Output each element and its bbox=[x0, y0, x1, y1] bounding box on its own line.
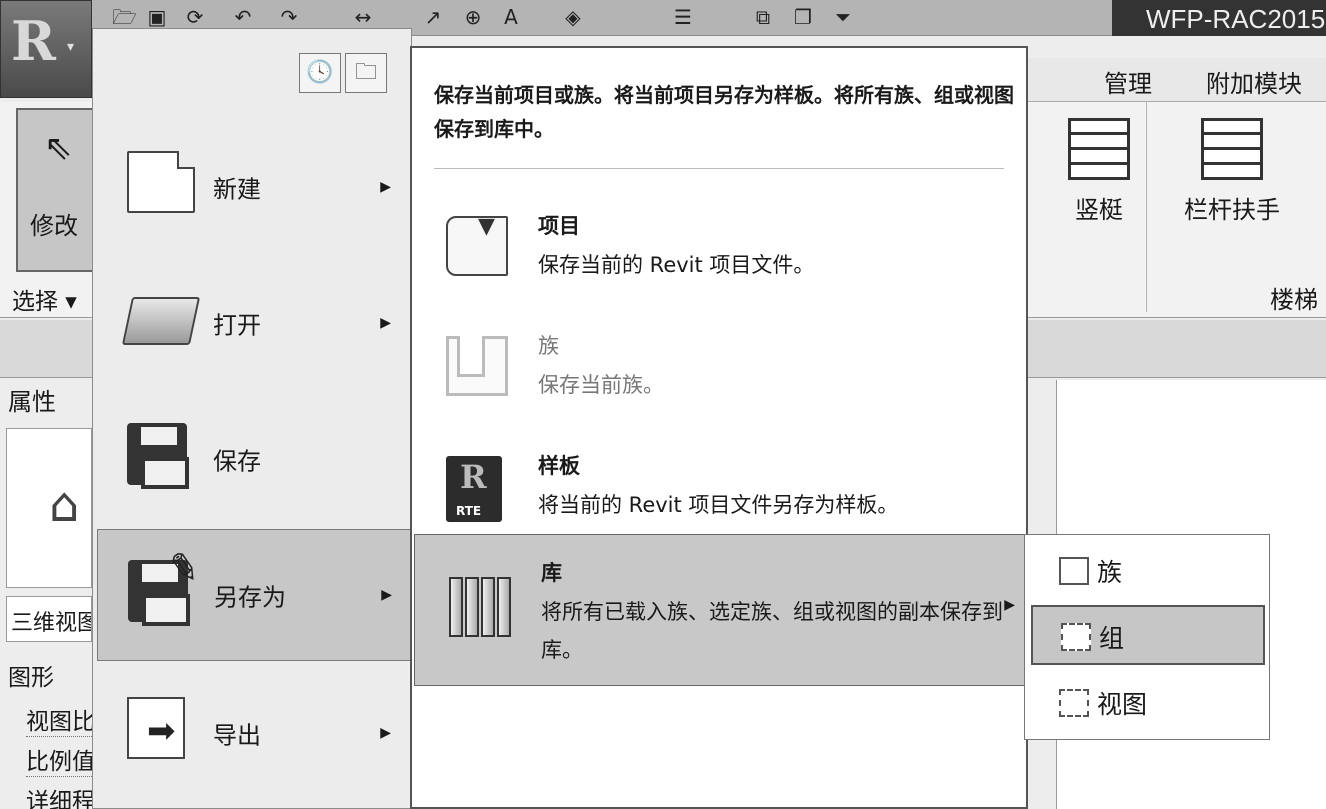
save-as-icon: ✎ bbox=[128, 544, 203, 626]
divider bbox=[434, 168, 1004, 169]
save-as-project[interactable]: 项目 保存当前的 Revit 项目文件。 bbox=[412, 188, 1026, 306]
cursor-arrow-icon: ⇖ bbox=[44, 128, 73, 168]
dimension-icon[interactable]: ↗ bbox=[422, 6, 444, 28]
library-group[interactable]: 组 bbox=[1031, 605, 1265, 665]
menu-item-save[interactable]: 保存 bbox=[97, 393, 409, 525]
undo-icon[interactable]: ↶ bbox=[232, 6, 254, 28]
flyout-item-label: 组 bbox=[1099, 624, 1125, 653]
revit-r-icon: R bbox=[460, 458, 487, 496]
type-preview: ⌂ bbox=[6, 428, 92, 588]
text-icon[interactable]: A bbox=[500, 6, 522, 28]
customize-qat-icon[interactable]: ⏷ bbox=[832, 6, 854, 28]
submenu-arrow-icon: ▶ bbox=[1004, 597, 1015, 613]
new-document-icon bbox=[127, 151, 195, 213]
railing-button[interactable]: 栏杆扶手 bbox=[1176, 118, 1288, 225]
export-icon: ➡ bbox=[127, 697, 185, 759]
sub-item-title: 族 bbox=[538, 334, 559, 358]
application-menu-button[interactable]: R ▾ bbox=[0, 0, 92, 98]
house-icon: ⌂ bbox=[49, 477, 80, 533]
application-menu: 🕓 🗀 新建 ▶ 打开 ▶ 保存 ✎ 另存为 ▶ ➡ 导出 ▶ bbox=[92, 28, 412, 809]
library-family[interactable]: 族 bbox=[1031, 541, 1265, 601]
stairs-panel-label: 楼梯 bbox=[1270, 286, 1318, 314]
railing-icon bbox=[1201, 118, 1263, 180]
tab-manage[interactable]: 管理 bbox=[1104, 64, 1152, 99]
rte-label: RTE bbox=[456, 504, 482, 518]
save-icon[interactable]: ▣ bbox=[146, 6, 168, 28]
flyout-item-label: 族 bbox=[1097, 558, 1123, 587]
mullion-icon bbox=[1068, 118, 1130, 180]
modify-button[interactable]: ⇖ 修改 bbox=[16, 108, 102, 272]
sub-item-description: 保存当前的 Revit 项目文件。 bbox=[538, 253, 815, 277]
measure-icon[interactable]: ↔ bbox=[352, 6, 374, 28]
menu-item-new[interactable]: 新建 ▶ bbox=[97, 121, 409, 253]
panel-divider bbox=[1146, 102, 1147, 312]
view-icon bbox=[1059, 689, 1089, 717]
submenu-arrow-icon: ▶ bbox=[380, 725, 391, 741]
mullion-button[interactable]: 竖梃 bbox=[1060, 118, 1138, 225]
select-dropdown[interactable]: 选择 ▾ bbox=[12, 282, 77, 316]
library-view[interactable]: 视图 bbox=[1031, 673, 1265, 733]
sync-icon[interactable]: ⟳ bbox=[184, 6, 206, 28]
save-as-library[interactable]: 库 将所有已载入族、选定族、组或视图的副本保存到库。 ▶ bbox=[414, 534, 1026, 686]
menu-item-label: 打开 bbox=[213, 311, 261, 340]
railing-label: 栏杆扶手 bbox=[1184, 196, 1280, 224]
property-row[interactable]: 比例值 bbox=[26, 742, 92, 777]
group-icon bbox=[1061, 623, 1091, 651]
sub-item-title: 样板 bbox=[538, 454, 580, 478]
menu-item-open[interactable]: 打开 ▶ bbox=[97, 257, 409, 389]
menu-item-label: 另存为 bbox=[214, 583, 286, 612]
sub-item-description: 将所有已载入族、选定族、组或视图的副本保存到库。 bbox=[541, 600, 1003, 662]
tag-icon[interactable]: ⊕ bbox=[462, 6, 484, 28]
family-icon bbox=[446, 336, 508, 396]
open-documents-icon[interactable]: 🗀 bbox=[345, 53, 387, 93]
properties-title: 属性 bbox=[8, 388, 56, 416]
save-as-submenu: 保存当前项目或族。将当前项目另存为样板。将所有族、组或视图保存到库中。 项目 保… bbox=[410, 46, 1028, 809]
property-row[interactable]: 详细程度 bbox=[26, 782, 92, 809]
menu-item-label: 导出 bbox=[213, 721, 261, 750]
save-as-template[interactable]: R RTE 样板 将当前的 Revit 项目文件另存为样板。 bbox=[412, 428, 1026, 546]
project-file-icon bbox=[446, 214, 508, 276]
close-hidden-icon[interactable]: ⧉ bbox=[752, 6, 774, 28]
menu-item-label: 保存 bbox=[213, 447, 261, 476]
family-icon bbox=[1059, 557, 1089, 585]
graphics-group-label: 图形 bbox=[8, 665, 54, 691]
tab-addins[interactable]: 附加模块 bbox=[1206, 64, 1302, 99]
open-folder-icon bbox=[121, 297, 201, 345]
modify-label: 修改 bbox=[30, 212, 78, 240]
mullion-label: 竖梃 bbox=[1075, 196, 1123, 224]
recent-documents-icon[interactable]: 🕓 bbox=[299, 53, 341, 93]
window-title: WFP-RAC2015 bbox=[1112, 0, 1326, 36]
sub-item-title: 库 bbox=[541, 561, 562, 585]
library-flyout: 族 组 视图 bbox=[1024, 534, 1270, 740]
type-selector[interactable]: 三维视图 bbox=[6, 596, 92, 642]
sub-item-description: 保存当前族。 bbox=[538, 373, 664, 397]
submenu-arrow-icon: ▶ bbox=[380, 179, 391, 195]
chevron-down-icon: ▾ bbox=[67, 39, 75, 55]
ribbon-tab-bar: 管理 附加模块 bbox=[1026, 58, 1326, 102]
save-as-description: 保存当前项目或族。将当前项目另存为样板。将所有族、组或视图保存到库中。 bbox=[434, 83, 1014, 141]
menu-item-export[interactable]: ➡ 导出 ▶ bbox=[97, 667, 409, 799]
submenu-arrow-icon: ▶ bbox=[380, 315, 391, 331]
thin-lines-icon[interactable]: ☰ bbox=[672, 6, 694, 28]
switch-windows-icon[interactable]: ❐ bbox=[792, 6, 814, 28]
default-3d-icon[interactable]: ◈ bbox=[562, 6, 584, 28]
menu-item-label: 新建 bbox=[213, 175, 261, 204]
submenu-arrow-icon: ▶ bbox=[381, 587, 392, 603]
flyout-item-label: 视图 bbox=[1097, 690, 1148, 719]
open-icon[interactable]: 🗁 bbox=[112, 6, 137, 28]
save-floppy-icon bbox=[127, 423, 189, 489]
menu-item-save-as[interactable]: ✎ 另存为 ▶ bbox=[97, 529, 411, 661]
sub-item-title: 项目 bbox=[538, 214, 580, 238]
revit-logo-icon: R bbox=[11, 9, 56, 73]
rte-template-icon: R RTE bbox=[446, 456, 502, 522]
arrow-right-icon: ➡ bbox=[147, 711, 176, 751]
library-icon bbox=[449, 577, 511, 637]
save-as-family: 族 保存当前族。 bbox=[412, 308, 1026, 426]
pencil-icon: ✎ bbox=[164, 543, 204, 593]
sub-item-description: 将当前的 Revit 项目文件另存为样板。 bbox=[538, 493, 899, 517]
redo-icon[interactable]: ↷ bbox=[278, 6, 300, 28]
property-row[interactable]: 视图比例 bbox=[26, 702, 92, 737]
